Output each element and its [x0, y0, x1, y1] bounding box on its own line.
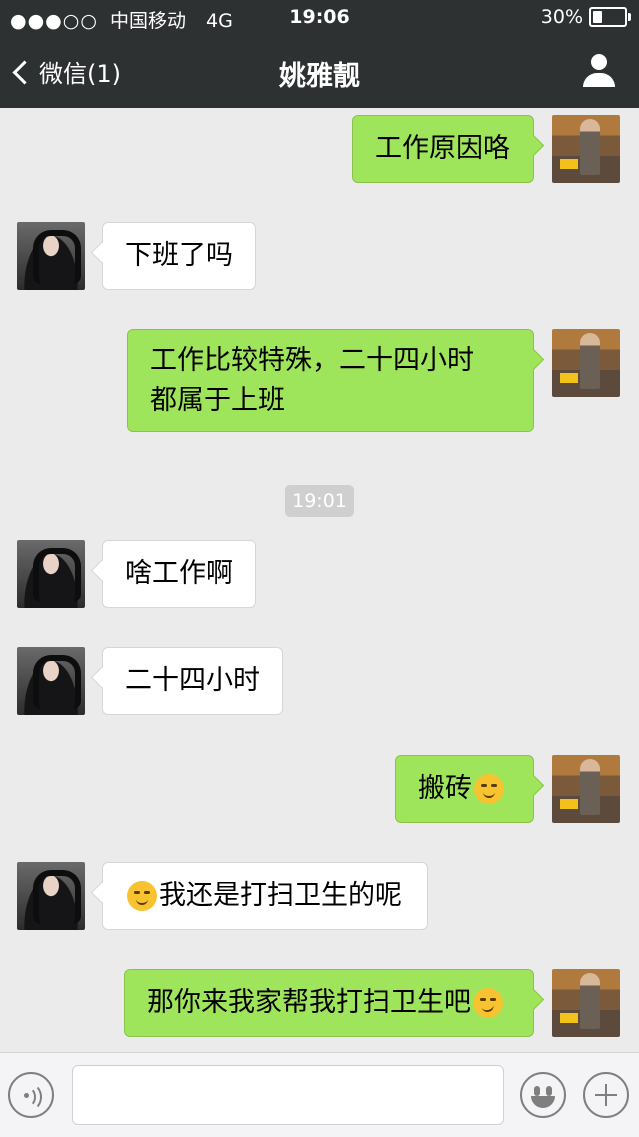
battery-percent: 30%	[540, 6, 583, 28]
message-bubble[interactable]: 搬砖	[395, 755, 534, 823]
battery-info: 30%	[540, 6, 631, 28]
input-bar	[0, 1052, 639, 1137]
message-text: 那你来我家帮我打扫卫生吧	[147, 987, 471, 1018]
timestamp-badge: 19:01	[285, 485, 354, 517]
top-bar: ●●●○○ 中国移动 4G 19:06 30% 微信(1) 姚雅靓	[0, 0, 639, 108]
voice-input-button[interactable]	[8, 1072, 54, 1118]
avatar-self[interactable]	[552, 115, 620, 183]
battery-level	[593, 11, 602, 23]
crying-laughing-emoji-icon	[474, 774, 504, 804]
avatar-contact[interactable]	[17, 222, 85, 290]
message-text: 我还是打扫卫生的呢	[159, 880, 402, 911]
avatar-contact[interactable]	[17, 540, 85, 608]
status-bar: ●●●○○ 中国移动 4G 19:06 30%	[0, 0, 639, 36]
smirk-emoji-icon	[473, 988, 503, 1018]
message-text: 下班了吗	[125, 240, 233, 271]
more-options-button[interactable]	[583, 1072, 629, 1118]
message-bubble[interactable]: 二十四小时	[102, 647, 283, 715]
smile-icon	[534, 1086, 540, 1096]
message-text: 二十四小时	[125, 665, 260, 696]
avatar-contact[interactable]	[17, 647, 85, 715]
navigation-bar: 微信(1) 姚雅靓	[0, 36, 639, 108]
message-bubble[interactable]: 啥工作啊	[102, 540, 256, 608]
message-bubble[interactable]: 工作原因咯	[352, 115, 534, 183]
message-bubble[interactable]: 下班了吗	[102, 222, 256, 290]
emoji-button[interactable]	[520, 1072, 566, 1118]
message-text: 啥工作啊	[125, 558, 233, 589]
chat-title: 姚雅靓	[279, 61, 360, 92]
message-bubble[interactable]: 工作比较特殊，二十四小时 都属于上班	[127, 329, 534, 432]
battery-icon	[589, 7, 631, 27]
message-text-line-2: 都属于上班	[150, 384, 285, 416]
avatar-self[interactable]	[552, 969, 620, 1037]
message-text: 搬砖	[418, 773, 472, 804]
avatar-contact[interactable]	[17, 862, 85, 930]
avatar-self[interactable]	[552, 755, 620, 823]
message-text-line-1: 工作比较特殊，二十四小时	[150, 344, 474, 376]
message-bubble[interactable]: 我还是打扫卫生的呢	[102, 862, 428, 930]
message-text: 工作原因咯	[375, 133, 510, 164]
message-input[interactable]	[72, 1065, 504, 1125]
message-bubble[interactable]: 那你来我家帮我打扫卫生吧	[124, 969, 534, 1037]
avatar-self[interactable]	[552, 329, 620, 397]
person-icon	[591, 54, 607, 70]
contact-info-button[interactable]	[581, 54, 617, 90]
crying-laughing-emoji-icon	[127, 881, 157, 911]
